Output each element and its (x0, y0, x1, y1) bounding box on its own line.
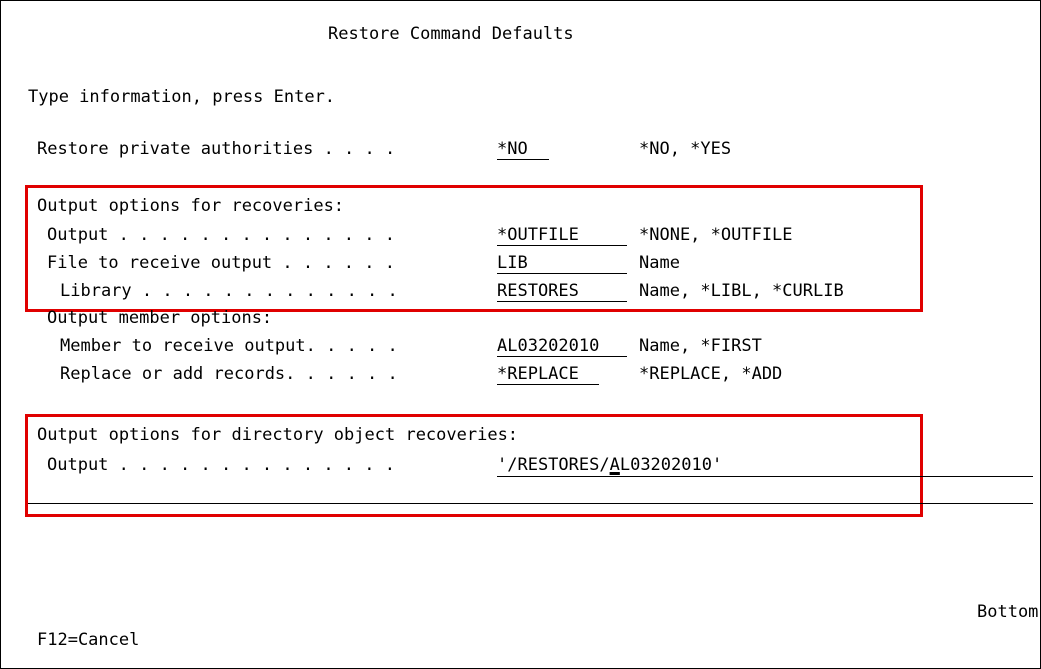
private-authorities-field[interactable]: *NO (497, 139, 549, 160)
text-cursor: A (609, 455, 620, 475)
file-label: File to receive output . . . . . . (47, 253, 395, 273)
output-choices: *NONE, *OUTFILE (639, 225, 793, 245)
file-choices: Name (639, 253, 680, 273)
private-authorities-label: Restore private authorities . . . . (37, 139, 396, 159)
private-authorities-choices: *NO, *YES (639, 139, 732, 159)
directory-output-field[interactable]: '/RESTORES/AL03202010' (497, 455, 722, 475)
directory-output-label: Output . . . . . . . . . . . . . . (47, 455, 395, 475)
directory-output-underline (497, 476, 1033, 477)
screen-title: Restore Command Defaults (328, 24, 574, 44)
replace-field[interactable]: *REPLACE (497, 364, 599, 385)
function-key-f12-cancel[interactable]: F12=Cancel (37, 630, 139, 650)
member-label: Member to receive output. . . . . (60, 336, 398, 356)
output-label: Output . . . . . . . . . . . . . . (47, 225, 395, 245)
member-options-heading: Output member options: (47, 308, 273, 328)
position-indicator: Bottom (977, 602, 1039, 622)
file-field[interactable]: LIB (497, 253, 627, 274)
directory-output-underline-continuation (28, 503, 1033, 504)
replace-label: Replace or add records. . . . . . (60, 364, 398, 384)
directory-heading: Output options for directory object reco… (37, 425, 519, 445)
recoveries-heading: Output options for recoveries: (37, 196, 345, 216)
member-field[interactable]: AL03202010 (497, 336, 627, 357)
library-field[interactable]: RESTORES (497, 281, 627, 302)
member-choices: Name, *FIRST (639, 336, 762, 356)
library-choices: Name, *LIBL, *CURLIB (639, 281, 844, 301)
instruction-text: Type information, press Enter. (28, 87, 336, 107)
library-label: Library . . . . . . . . . . . . . (60, 281, 398, 301)
output-field[interactable]: *OUTFILE (497, 225, 627, 246)
replace-choices: *REPLACE, *ADD (639, 364, 783, 384)
